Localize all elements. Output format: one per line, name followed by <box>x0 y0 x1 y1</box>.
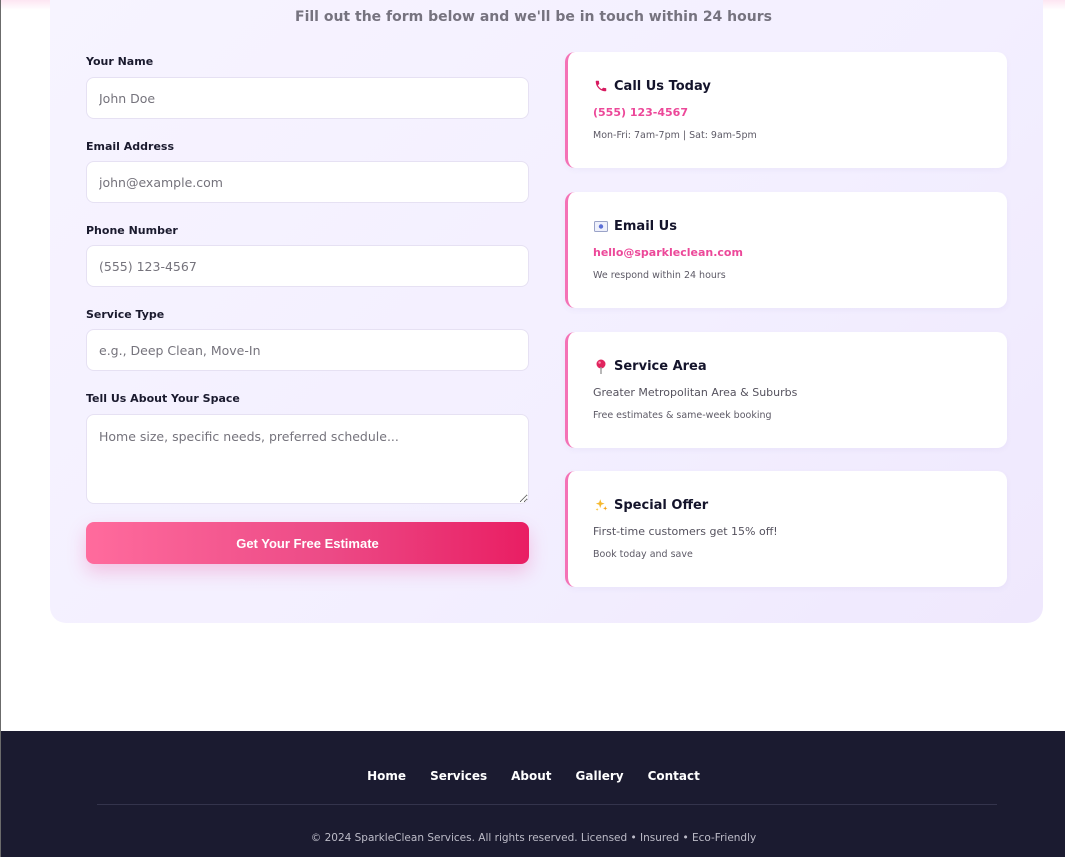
email-address-link[interactable]: hello@sparkleclean.com <box>593 246 743 259</box>
footer-nav: Home Services About Gallery Contact <box>1 769 1065 783</box>
phone-label: Phone Number <box>86 224 178 237</box>
offer-text: First-time customers get 15% off! <box>593 525 778 538</box>
business-hours: Mon-Fri: 7am-7pm | Sat: 9am-5pm <box>593 130 757 141</box>
phone-input[interactable] <box>86 245 529 287</box>
message-textarea[interactable] <box>86 414 529 504</box>
free-estimates-text: Free estimates & same-week booking <box>593 410 772 421</box>
email-card-title: Email Us <box>614 218 677 234</box>
footer-link-services[interactable]: Services <box>430 769 487 783</box>
service-area-text: Greater Metropolitan Area & Suburbs <box>593 386 798 399</box>
special-offer-card: Special Offer First-time customers get 1… <box>565 471 1007 587</box>
email-response-time: We respond within 24 hours <box>593 270 726 281</box>
phone-icon <box>593 78 609 94</box>
call-card: Call Us Today (555) 123-4567 Mon-Fri: 7a… <box>565 52 1007 168</box>
service-area-card-header: Service Area <box>593 358 707 374</box>
copyright-text: © 2024 SparkleClean Services. All rights… <box>310 832 757 844</box>
phone-number-link[interactable]: (555) 123-4567 <box>593 106 688 119</box>
email-card: Email Us hello@sparkleclean.com We respo… <box>565 192 1007 308</box>
email-card-header: Email Us <box>593 218 677 234</box>
email-input[interactable] <box>86 161 529 203</box>
envelope-icon <box>593 218 609 234</box>
service-type-label: Service Type <box>86 308 165 321</box>
call-card-header: Call Us Today <box>593 78 711 94</box>
site-footer: Home Services About Gallery Contact © 20… <box>1 731 1065 857</box>
special-offer-card-header: Special Offer <box>593 497 708 513</box>
footer-link-about[interactable]: About <box>511 769 551 783</box>
service-area-card-title: Service Area <box>614 358 707 374</box>
email-label: Email Address <box>86 140 175 153</box>
footer-link-home[interactable]: Home <box>367 769 406 783</box>
call-card-title: Call Us Today <box>614 78 711 94</box>
name-label: Your Name <box>86 55 154 68</box>
map-pin-icon <box>593 358 609 374</box>
section-subtitle: Fill out the form below and we'll be in … <box>295 9 772 25</box>
message-label: Tell Us About Your Space <box>86 392 240 405</box>
footer-link-gallery[interactable]: Gallery <box>576 769 624 783</box>
footer-divider <box>97 804 997 805</box>
book-today-text: Book today and save <box>593 549 693 560</box>
get-estimate-button[interactable]: Get Your Free Estimate <box>86 522 529 564</box>
special-offer-card-title: Special Offer <box>614 497 709 513</box>
service-area-card: Service Area Greater Metropolitan Area &… <box>565 332 1007 448</box>
service-type-input[interactable] <box>86 329 529 371</box>
sparkles-icon <box>593 497 609 513</box>
footer-link-contact[interactable]: Contact <box>648 769 700 783</box>
name-input[interactable] <box>86 77 529 119</box>
